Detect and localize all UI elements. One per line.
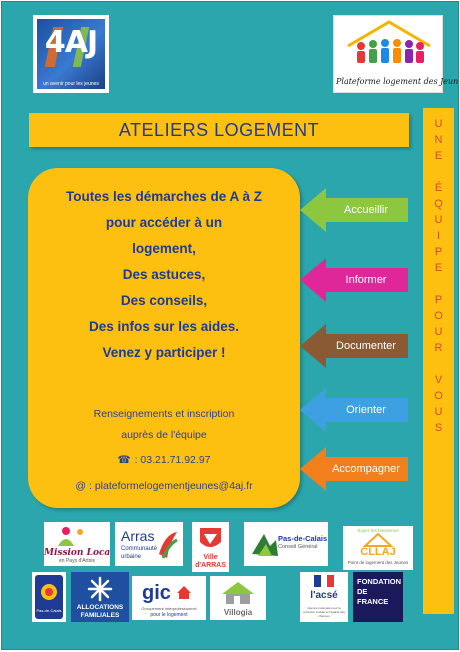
slogan-letter: E: [434, 262, 443, 274]
arras-communaute-logo: Arras Communauté urbaine: [115, 522, 183, 566]
arrow-label: Accompagner: [332, 463, 400, 475]
arras-cu-name: Arras: [121, 528, 155, 544]
fondation-line2: DE: [357, 587, 368, 596]
arrow-label: Documenter: [336, 340, 396, 352]
ville-arras-logo: Ville d'ARRAS: [192, 522, 229, 572]
arrow-label: Accueillir: [343, 204, 388, 216]
gic-sub: Groupement Interprofessionnel: [141, 606, 197, 611]
cllaj-logo: Soyez les bienvenus CLLAJ Point de logem…: [343, 526, 413, 570]
4aj-logo-tagline: un avenir pour les jeunes: [43, 81, 99, 87]
slogan-letter: N: [434, 134, 443, 146]
info-line: auprès de l'équipe: [121, 429, 207, 441]
pnf-emblem-icon: [41, 584, 57, 600]
pnf-logo: Pas-de-Calais: [32, 572, 66, 622]
caf-logo: ALLOCATIONS FAMILIALES: [71, 572, 129, 622]
caf-snowflake-icon: [87, 576, 113, 602]
slogan-letter: E: [434, 150, 443, 162]
gic-name: gic: [142, 582, 171, 604]
phone-contact[interactable]: ☎: 03.21.71.92.97: [28, 454, 300, 466]
arrow-accueillir: Accueillir: [300, 188, 408, 232]
slogan-letter: O: [434, 390, 443, 402]
french-flag-icon: [314, 575, 334, 587]
phone-number: : 03.21.71.92.97: [134, 454, 211, 466]
mission-locale-logo: Mission Locale en Pays d'Artois: [44, 522, 110, 566]
arrow-accompagner: Accompagner: [300, 447, 408, 491]
slogan-letter: U: [434, 118, 443, 130]
main-message: Toutes les démarches de A à Z pour accéd…: [28, 184, 300, 366]
slogan-letter: U: [434, 406, 443, 418]
acse-sub: Agence nationale pour la cohésion social…: [302, 606, 346, 618]
slogan-letter: P: [434, 294, 443, 306]
arras-cu-sub1: Communauté: [121, 546, 158, 552]
main-line: Des conseils,: [120, 293, 208, 308]
slogan-letter: O: [434, 310, 443, 322]
main-line: Toutes les démarches de A à Z: [65, 189, 263, 204]
slogan-letter: U: [434, 326, 443, 338]
4aj-logo-mark: 4AJ: [44, 25, 98, 60]
main-info-box: Toutes les démarches de A à Z pour accéd…: [28, 168, 300, 508]
pas-de-calais-logo: Pas-de-Calais Conseil Général: [244, 522, 328, 566]
cllaj-name: CLLAJ: [360, 546, 396, 558]
main-line: Venez y participer !: [102, 345, 226, 360]
arras-wave-icon: [159, 532, 178, 559]
acse-name: l'acsé: [310, 590, 338, 601]
email-contact[interactable]: @ : plateformelogementjeunes@4aj.fr: [28, 480, 300, 492]
pas-de-calais-name: Pas-de-Calais: [278, 534, 328, 543]
villogia-house-icon: [222, 582, 254, 604]
slogan-letter: É: [434, 182, 443, 194]
fondation-line3: FRANCE: [357, 597, 389, 606]
slogan-letter: V: [434, 374, 443, 386]
info-line: Renseignements et inscription: [93, 408, 235, 420]
slogan-letter: R: [434, 342, 443, 354]
4aj-logo: 4AJ un avenir pour les jeunes: [33, 15, 109, 93]
main-line: pour accéder à un: [105, 215, 223, 230]
house-people-icon: [347, 20, 431, 63]
arrow-label: Orienter: [346, 404, 386, 416]
arras-crest-icon: [200, 528, 221, 547]
main-line: Des infos sur les aides.: [88, 319, 240, 334]
arrow-label: Informer: [345, 274, 387, 286]
slogan-letter: Q: [434, 198, 443, 210]
pnf-name: Pas-de-Calais: [36, 608, 62, 613]
arrow-informer: Informer: [300, 258, 408, 302]
vertical-slogan-banner: UNEÉQUIPEPOURVOUS: [423, 108, 454, 614]
gic-house-icon: [177, 586, 191, 599]
acse-logo: l'acsé Agence nationale pour la cohésion…: [300, 572, 348, 622]
villogia-logo: Villogia: [210, 576, 266, 620]
mission-locale-name: Mission Locale: [44, 548, 110, 558]
fondation-de-france-logo: FONDATION DE FRANCE: [353, 572, 403, 622]
main-line: Des astuces,: [122, 267, 206, 282]
slogan-letter: I: [436, 230, 441, 242]
pas-de-calais-sub: Conseil Général: [278, 544, 318, 550]
arrow-documenter: Documenter: [300, 324, 408, 368]
caf-name: ALLOCATIONS: [76, 604, 124, 611]
page-title: ATELIERS LOGEMENT: [118, 119, 320, 140]
phone-icon: ☎: [117, 454, 131, 466]
slogan-letter: U: [434, 214, 443, 226]
gic-logo: gic Groupement Interprofessionnel pour l…: [132, 576, 206, 620]
main-line: logement,: [132, 241, 196, 256]
registration-info: Renseignements et inscription auprès de …: [28, 404, 300, 446]
arrow-orienter: Orienter: [300, 388, 408, 432]
cllaj-sub: Point de logement des Jeunes: [347, 560, 409, 565]
plateforme-logement-logo: Plateforme logement des Jeunes: [333, 15, 459, 93]
arras-cu-sub2: urbaine: [121, 554, 142, 560]
mission-locale-sub: en Pays d'Artois: [59, 558, 95, 564]
ville-arras-sub: d'ARRAS: [195, 562, 226, 569]
ville-arras-name: Ville: [203, 554, 218, 561]
caf-sub: FAMILIALES: [80, 612, 120, 619]
flyer-page: 4AJ un avenir pour les jeunes Plateforme…: [1, 1, 459, 650]
pas-de-calais-mark-icon: [252, 534, 278, 556]
gic-sub2: pour le logement: [150, 612, 188, 618]
slogan-letter: P: [434, 246, 443, 258]
slogan-letter: S: [434, 422, 443, 434]
plateforme-logo-caption: Plateforme logement des Jeunes: [336, 77, 459, 86]
title-banner: ATELIERS LOGEMENT: [29, 113, 409, 147]
villogia-name: Villogia: [223, 608, 253, 617]
fondation-line1: FONDATION: [357, 577, 402, 586]
